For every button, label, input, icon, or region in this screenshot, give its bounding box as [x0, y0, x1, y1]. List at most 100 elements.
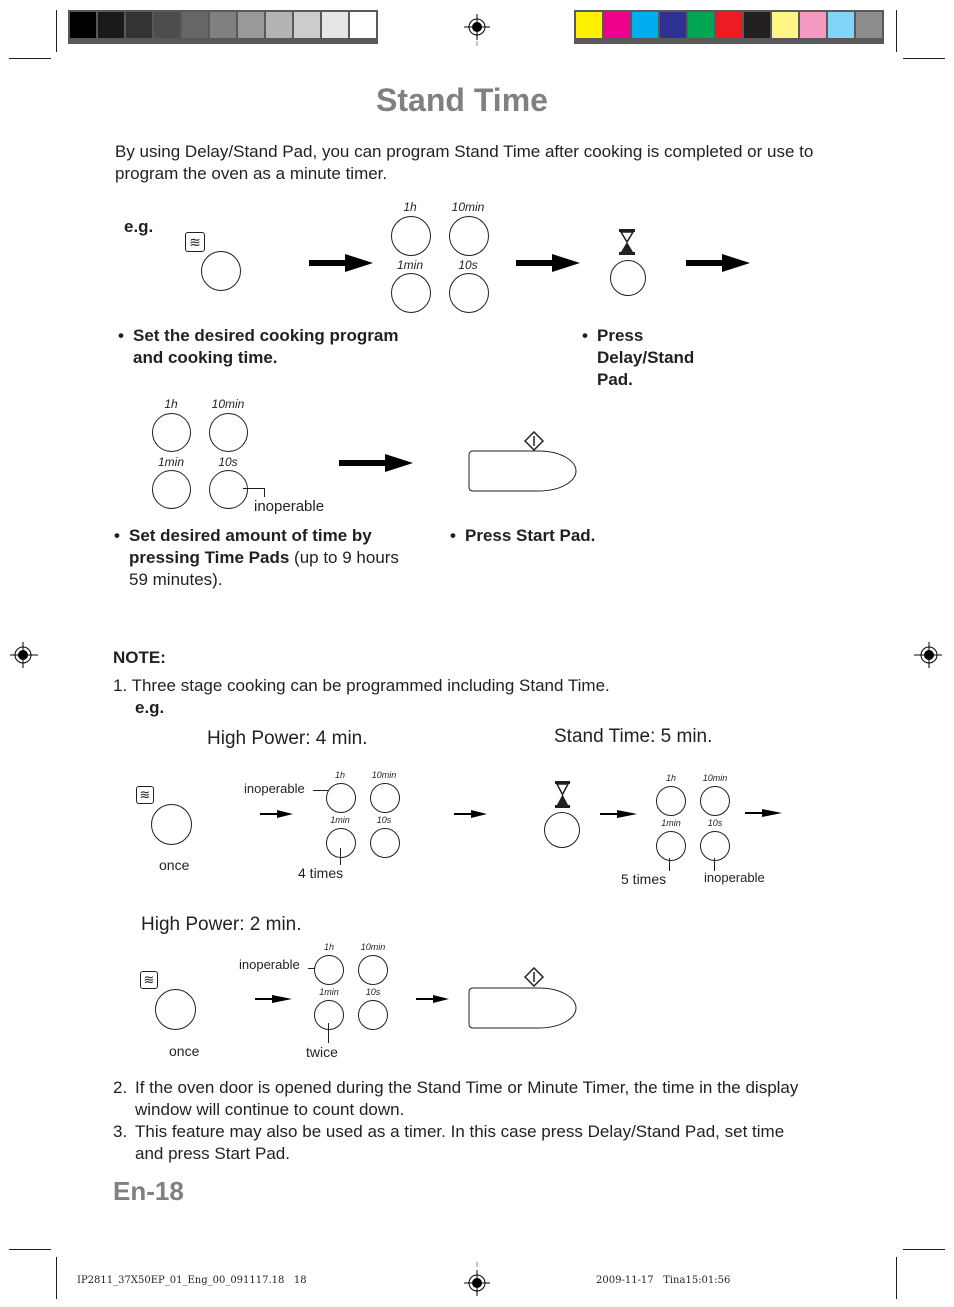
time-pad-10min[interactable]: [358, 955, 388, 985]
time-pad-10min[interactable]: [209, 413, 248, 452]
time-pad-10min[interactable]: [449, 216, 489, 256]
pad-label-1h: 1h: [323, 942, 334, 952]
start-pad[interactable]: [468, 450, 578, 492]
color-swatch: [688, 12, 714, 38]
power-pad[interactable]: [201, 251, 241, 291]
time-pad-1h[interactable]: [152, 413, 191, 452]
note-1-eg: e.g.: [135, 698, 165, 717]
pad-label-10s: 10s: [376, 815, 392, 825]
start-pad[interactable]: [468, 987, 578, 1029]
note-2-number: 2.: [113, 1078, 128, 1097]
time-pad-1h[interactable]: [326, 783, 356, 813]
time-pad-1min[interactable]: [391, 273, 431, 313]
pad-label-10s: 10s: [218, 455, 238, 469]
time-pad-1h[interactable]: [656, 786, 686, 816]
time-pad-1min[interactable]: [326, 828, 356, 858]
pad-label-1min: 1min: [330, 815, 350, 825]
leader-line: [669, 858, 670, 871]
time-pad-10s[interactable]: [700, 831, 730, 861]
start-icon: [524, 431, 544, 451]
crop-mark: [9, 58, 51, 59]
step-set-cooking-program: • Set the desired cooking program and coo…: [118, 326, 399, 367]
time-pad-10s[interactable]: [209, 470, 248, 509]
inoperable-label: inoperable: [244, 781, 305, 796]
gray-swatch: [182, 12, 208, 38]
gray-swatch: [126, 12, 152, 38]
note-3-number: 3.: [113, 1122, 128, 1141]
time-pad-10min[interactable]: [700, 786, 730, 816]
process-color-bar: [574, 10, 884, 44]
color-swatch: [604, 12, 630, 38]
hourglass-icon: [555, 781, 570, 808]
delay-stand-pad[interactable]: [544, 812, 580, 848]
gray-swatch: [154, 12, 180, 38]
hourglass-icon: [619, 229, 635, 255]
gray-swatch: [210, 12, 236, 38]
registration-mark-icon: [10, 642, 38, 668]
power-pad[interactable]: [151, 804, 192, 845]
pad-label-1min: 1min: [319, 987, 339, 997]
note-heading: NOTE:: [113, 648, 166, 667]
color-swatch: [828, 12, 854, 38]
pad-label-1min: 1min: [661, 818, 681, 828]
registration-mark-icon: [464, 1262, 490, 1296]
power-pad[interactable]: [155, 989, 196, 1030]
time-pad-1h[interactable]: [314, 955, 344, 985]
leader-line: [243, 488, 264, 489]
pad-label-10min: 10min: [371, 770, 397, 780]
footer-date-info: 2009-11-17 Tina15:01:56: [596, 1275, 731, 1286]
note-2: If the oven door is opened during the St…: [135, 1078, 799, 1119]
pad-label-10s: 10s: [458, 258, 478, 272]
time-pad-1min[interactable]: [314, 1000, 344, 1030]
leader-line: [328, 1023, 329, 1043]
time-pad-10s[interactable]: [370, 828, 400, 858]
color-swatch: [772, 12, 798, 38]
gray-swatch: [350, 12, 376, 38]
pad-label-1h: 1h: [164, 397, 178, 411]
time-pad-1h[interactable]: [391, 216, 431, 256]
gray-swatch: [238, 12, 264, 38]
time-pad-1min[interactable]: [656, 831, 686, 861]
time-pad-1min[interactable]: [152, 470, 191, 509]
color-swatch: [632, 12, 658, 38]
start-icon: [524, 967, 544, 987]
pad-label-1min: 1min: [157, 455, 184, 469]
inoperable-label: inoperable: [254, 498, 325, 515]
inoperable-label: inoperable: [239, 957, 300, 972]
five-times-label: 5 times: [621, 871, 667, 887]
stage3-heading: High Power: 2 min.: [141, 914, 302, 935]
pad-label-10s: 10s: [707, 818, 723, 828]
crop-mark: [903, 1249, 945, 1250]
time-pad-10s[interactable]: [449, 273, 489, 313]
delay-stand-pad[interactable]: [610, 260, 646, 296]
once-label: once: [169, 1043, 200, 1059]
time-pad-10s[interactable]: [358, 1000, 388, 1030]
crop-mark: [9, 1249, 51, 1250]
intro-paragraph: By using Delay/Stand Pad, you can progra…: [115, 142, 814, 183]
leader-line: [340, 848, 341, 865]
pad-label-10s: 10s: [365, 987, 381, 997]
gray-swatch: [266, 12, 292, 38]
crop-mark: [56, 10, 57, 52]
crop-mark: [896, 10, 897, 52]
four-times-label: 4 times: [298, 865, 344, 881]
leader-line: [264, 488, 265, 497]
page-title: Stand Time: [376, 82, 548, 118]
pad-label-10min: 10min: [702, 773, 728, 783]
eg-label: e.g.: [124, 217, 154, 236]
pad-label-1h: 1h: [665, 773, 676, 783]
grayscale-color-bar: [68, 10, 378, 44]
pad-label-10min: 10min: [211, 397, 245, 411]
color-swatch: [800, 12, 826, 38]
step-press-delay-stand: • Press Delay/Stand Pad.: [582, 326, 695, 389]
step-set-time: • Set desired amount of time by pressing …: [114, 526, 399, 589]
color-swatch: [716, 12, 742, 38]
page-number: En-18: [113, 1176, 184, 1206]
pad-label-10min: 10min: [451, 200, 485, 214]
time-pad-10min[interactable]: [370, 783, 400, 813]
stage2-heading: Stand Time: 5 min.: [554, 726, 713, 747]
once-label: once: [159, 857, 190, 873]
inoperable-label: inoperable: [704, 870, 765, 885]
microwave-power-icon: ≋: [140, 971, 158, 989]
crop-mark: [896, 1257, 897, 1299]
